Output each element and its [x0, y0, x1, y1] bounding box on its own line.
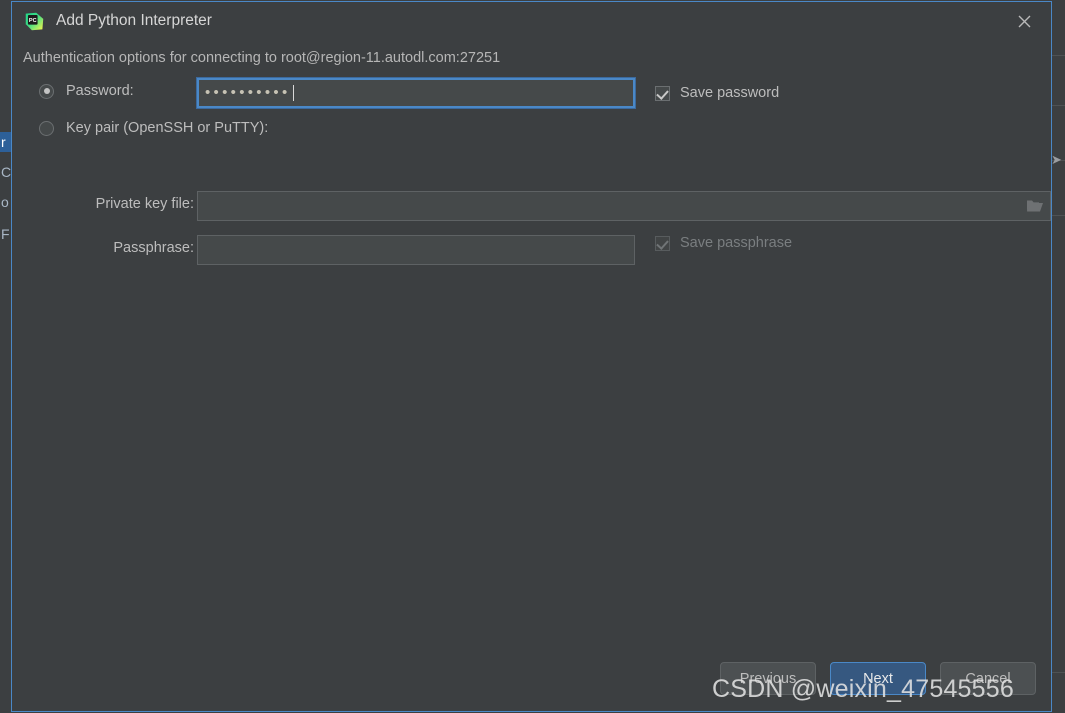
background-list-item-label: C	[1, 164, 12, 180]
auth-options-subtitle: Authentication options for connecting to…	[23, 50, 501, 66]
dialog-title-bar: PC Add Python Interpreter	[12, 2, 1051, 41]
text-caret	[292, 85, 294, 101]
dialog-title: Add Python Interpreter	[56, 12, 212, 29]
save-passphrase-label: Save passphrase	[680, 235, 793, 251]
save-password-checkbox[interactable]	[655, 85, 670, 101]
close-icon[interactable]	[1002, 6, 1047, 37]
cancel-button[interactable]: Cancel	[940, 662, 1036, 695]
svg-text:PC: PC	[29, 18, 37, 24]
save-password-checkbox-row[interactable]: Save password	[655, 85, 779, 101]
chevron-right-icon[interactable]: ➤	[1051, 152, 1062, 168]
save-password-label: Save password	[680, 85, 780, 101]
radio-key-pair-label: Key pair (OpenSSH or PuTTY):	[66, 120, 269, 136]
password-masked-value: ••••••••••	[205, 83, 291, 101]
radio-password-label: Password:	[66, 83, 134, 99]
background-list-item-label: F	[1, 226, 10, 242]
dialog-body: Authentication options for connecting to…	[12, 41, 1051, 672]
private-key-file-label: Private key file:	[95, 196, 194, 212]
save-passphrase-checkbox	[655, 235, 670, 251]
radio-key-pair[interactable]: Key pair (OpenSSH or PuTTY):	[39, 120, 268, 136]
next-button[interactable]: Next	[830, 662, 926, 695]
password-input[interactable]: ••••••••••	[196, 77, 636, 109]
radio-password-indicator[interactable]	[39, 83, 54, 99]
background-list-item-label: o	[1, 194, 9, 210]
private-key-file-input[interactable]	[197, 191, 1051, 221]
radio-key-pair-indicator[interactable]	[39, 120, 54, 136]
add-python-interpreter-dialog: PC Add Python Interpreter Authentication…	[11, 1, 1052, 712]
passphrase-input[interactable]	[197, 235, 635, 265]
folder-icon[interactable]	[1026, 199, 1044, 213]
dialog-footer: Previous Next Cancel	[12, 651, 1051, 711]
radio-password[interactable]: Password:	[39, 83, 134, 99]
passphrase-label: Passphrase:	[113, 240, 194, 256]
background-list-item-label: r	[1, 134, 6, 150]
previous-button[interactable]: Previous	[720, 662, 816, 695]
save-passphrase-checkbox-row: Save passphrase	[655, 235, 792, 251]
pycharm-icon: PC	[24, 11, 45, 32]
